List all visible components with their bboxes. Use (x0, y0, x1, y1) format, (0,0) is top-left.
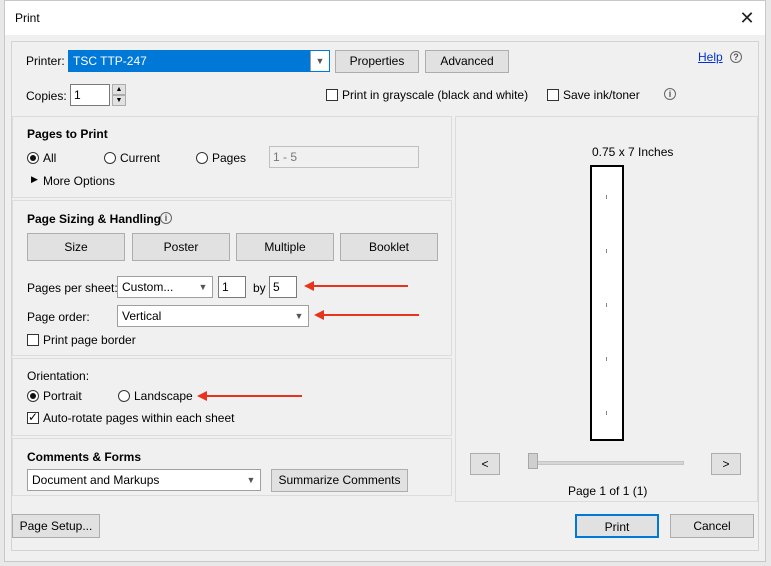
portrait-radio[interactable] (27, 390, 39, 402)
preview-size-label: 0.75 x 7 Inches (592, 145, 674, 159)
booklet-button[interactable]: Booklet (340, 233, 438, 261)
autorotate-checkbox[interactable] (27, 410, 39, 424)
help-link[interactable]: Help (698, 50, 723, 64)
annotation-arrow-line (323, 314, 419, 316)
current-label: Current (120, 151, 161, 165)
print-dialog: Print ✕ Printer: TSC TTP-247 ▼ Propertie… (4, 0, 766, 562)
portrait-label: Portrait (43, 389, 82, 403)
printer-select[interactable]: TSC TTP-247 ▼ (68, 50, 330, 72)
preview-mark (606, 303, 607, 307)
next-page-button[interactable]: > (711, 453, 741, 475)
help-icon[interactable]: ? (730, 51, 742, 63)
annotation-arrow-line (206, 395, 302, 397)
preview-mark (606, 411, 607, 415)
page-slider-thumb[interactable] (528, 453, 538, 469)
autorotate-label: Auto-rotate pages within each sheet (43, 411, 235, 425)
copies-down-icon[interactable]: ▼ (112, 95, 126, 106)
comments-value: Document and Markups (32, 473, 160, 487)
printer-label: Printer: (26, 54, 65, 68)
sizing-info-icon[interactable]: i (160, 212, 172, 224)
pages-to-print-section: Pages to Print All Current Pages 1 - 5 ▶… (12, 116, 452, 198)
chevron-down-icon: ▼ (310, 51, 329, 71)
pages-range-input[interactable]: 1 - 5 (269, 146, 419, 168)
by-label: by (253, 281, 266, 295)
poster-button[interactable]: Poster (132, 233, 230, 261)
columns-input[interactable]: 1 (218, 276, 246, 298)
window-title: Print (15, 11, 40, 25)
dialog-body: Printer: TSC TTP-247 ▼ Properties Advanc… (11, 41, 759, 551)
copies-input[interactable]: 1 (70, 84, 110, 106)
size-button[interactable]: Size (27, 233, 125, 261)
grayscale-label: Print in grayscale (black and white) (342, 88, 529, 102)
page-order-value: Vertical (122, 309, 162, 323)
orientation-title: Orientation: (27, 369, 90, 383)
preview-section: 0.75 x 7 Inches < > Page 1 of 1 (1) (455, 116, 758, 502)
page-border-checkbox[interactable] (27, 334, 39, 346)
summarize-comments-button[interactable]: Summarize Comments (271, 469, 408, 492)
pages-radio[interactable] (196, 152, 208, 164)
chevron-down-icon: ▼ (246, 475, 256, 485)
previous-page-button[interactable]: < (470, 453, 500, 475)
comments-section: Comments & Forms Document and Markups ▼ … (12, 438, 452, 496)
page-sizing-section: Page Sizing & Handling i Size Poster Mul… (12, 200, 452, 356)
pages-label: Pages (212, 151, 247, 165)
page-sizing-title: Page Sizing & Handling (27, 212, 162, 226)
comments-select[interactable]: Document and Markups ▼ (27, 469, 261, 491)
title-bar: Print ✕ (5, 1, 765, 35)
expand-triangle-icon[interactable]: ▶ (31, 174, 38, 185)
landscape-radio[interactable] (118, 390, 130, 402)
comments-title: Comments & Forms (27, 450, 142, 464)
pages-to-print-title: Pages to Print (27, 127, 108, 141)
printer-value: TSC TTP-247 (73, 54, 147, 68)
copies-up-icon[interactable]: ▲ (112, 84, 126, 95)
print-button[interactable]: Print (575, 514, 659, 538)
close-icon[interactable]: ✕ (735, 7, 759, 29)
save-ink-label: Save ink/toner (563, 88, 640, 102)
preview-mark (606, 195, 607, 199)
pages-per-sheet-select[interactable]: Custom... ▼ (117, 276, 213, 298)
copies-label: Copies: (26, 89, 67, 103)
info-icon[interactable]: i (664, 88, 676, 100)
page-border-label: Print page border (43, 333, 136, 347)
page-setup-button[interactable]: Page Setup... (12, 514, 100, 538)
current-radio[interactable] (104, 152, 116, 164)
landscape-label: Landscape (134, 389, 193, 403)
all-label: All (43, 151, 57, 165)
multiple-button[interactable]: Multiple (236, 233, 334, 261)
rows-input[interactable]: 5 (269, 276, 297, 298)
preview-mark (606, 357, 607, 361)
more-options-label[interactable]: More Options (43, 174, 115, 188)
preview-mark (606, 249, 607, 253)
chevron-down-icon: ▼ (294, 311, 304, 321)
cancel-button[interactable]: Cancel (670, 514, 754, 538)
grayscale-checkbox[interactable] (326, 89, 338, 101)
properties-button[interactable]: Properties (335, 50, 419, 73)
page-slider-track[interactable] (528, 461, 684, 465)
pages-per-sheet-label: Pages per sheet: (27, 281, 118, 295)
preview-page (590, 165, 624, 441)
page-order-label: Page order: (27, 310, 90, 324)
pages-per-sheet-value: Custom... (122, 280, 174, 294)
annotation-arrow-line (313, 285, 408, 287)
advanced-button[interactable]: Advanced (425, 50, 509, 73)
page-status: Page 1 of 1 (1) (568, 484, 648, 498)
page-order-select[interactable]: Vertical ▼ (117, 305, 309, 327)
chevron-down-icon: ▼ (198, 282, 208, 292)
orientation-section: Orientation: Portrait Landscape Auto-rot… (12, 358, 452, 436)
save-ink-checkbox[interactable] (547, 89, 559, 101)
all-radio[interactable] (27, 152, 39, 164)
